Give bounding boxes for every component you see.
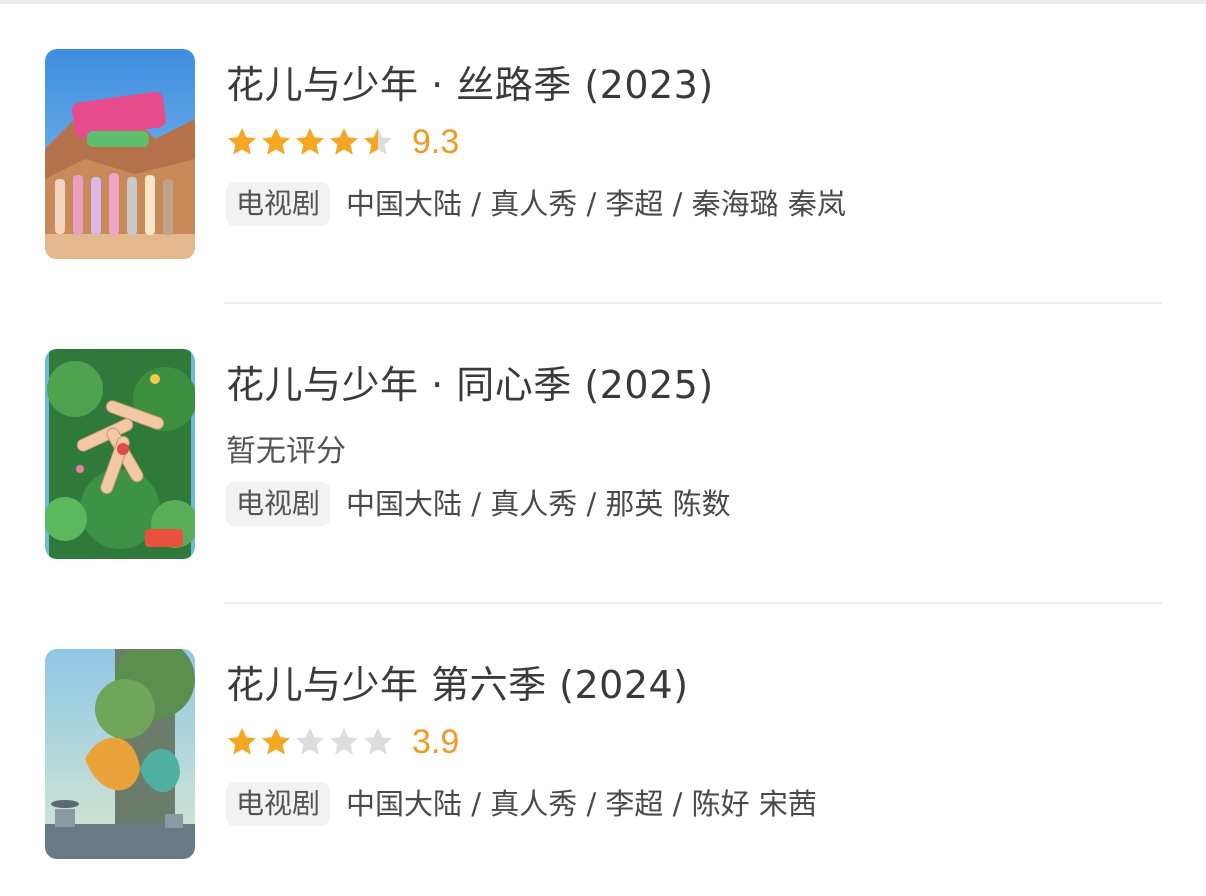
- star-full-icon: [228, 728, 256, 755]
- meta-row: 电视剧 中国大陆 / 真人秀 / 李超 / 秦海璐 秦岚: [226, 182, 846, 226]
- result-title[interactable]: 花儿与少年 第六季 (2024): [226, 654, 689, 709]
- poster-image[interactable]: [45, 649, 195, 859]
- rating-score: 3.9: [412, 722, 460, 761]
- rating-row: 9.3: [226, 122, 459, 162]
- star-full-icon: [262, 128, 290, 155]
- meta-info: 中国大陆 / 真人秀 / 李超 / 陈好 宋茜: [346, 787, 817, 821]
- result-item[interactable]: 花儿与少年 · 丝路季 (2023) 9.3 电视剧 中国大陆 / 真人秀 / …: [0, 4, 1206, 264]
- star-half-icon: [364, 128, 392, 155]
- star-empty-icon: [330, 728, 358, 755]
- category-tag: 电视剧: [226, 782, 331, 826]
- result-item[interactable]: 花儿与少年 · 同心季 (2025) 暂无评分 电视剧 中国大陆 / 真人秀 /…: [0, 304, 1206, 564]
- no-rating-text: 暂无评分: [226, 434, 346, 469]
- meta-info: 中国大陆 / 真人秀 / 那英 陈数: [346, 487, 731, 521]
- poster-image[interactable]: [45, 349, 195, 559]
- result-title[interactable]: 花儿与少年 · 丝路季 (2023): [226, 54, 714, 109]
- category-tag: 电视剧: [226, 482, 331, 526]
- star-empty-icon: [364, 728, 392, 755]
- rating-row: 3.9: [226, 722, 459, 762]
- result-item[interactable]: 花儿与少年 第六季 (2024) 3.9 电视剧 中国大陆 / 真人秀 / 李超…: [0, 604, 1206, 864]
- category-tag: 电视剧: [226, 182, 331, 226]
- star-rating: [226, 726, 394, 758]
- star-full-icon: [296, 128, 324, 155]
- rating-score: 9.3: [412, 122, 460, 161]
- meta-row: 电视剧 中国大陆 / 真人秀 / 那英 陈数: [226, 482, 731, 526]
- star-full-icon: [228, 128, 256, 155]
- star-full-icon: [262, 728, 290, 755]
- star-rating: [226, 126, 394, 158]
- poster-image[interactable]: [45, 49, 195, 259]
- result-title[interactable]: 花儿与少年 · 同心季 (2025): [226, 354, 714, 409]
- star-empty-icon: [296, 728, 324, 755]
- star-full-icon: [330, 128, 358, 155]
- meta-row: 电视剧 中国大陆 / 真人秀 / 李超 / 陈好 宋茜: [226, 782, 817, 826]
- meta-info: 中国大陆 / 真人秀 / 李超 / 秦海璐 秦岚: [346, 187, 846, 221]
